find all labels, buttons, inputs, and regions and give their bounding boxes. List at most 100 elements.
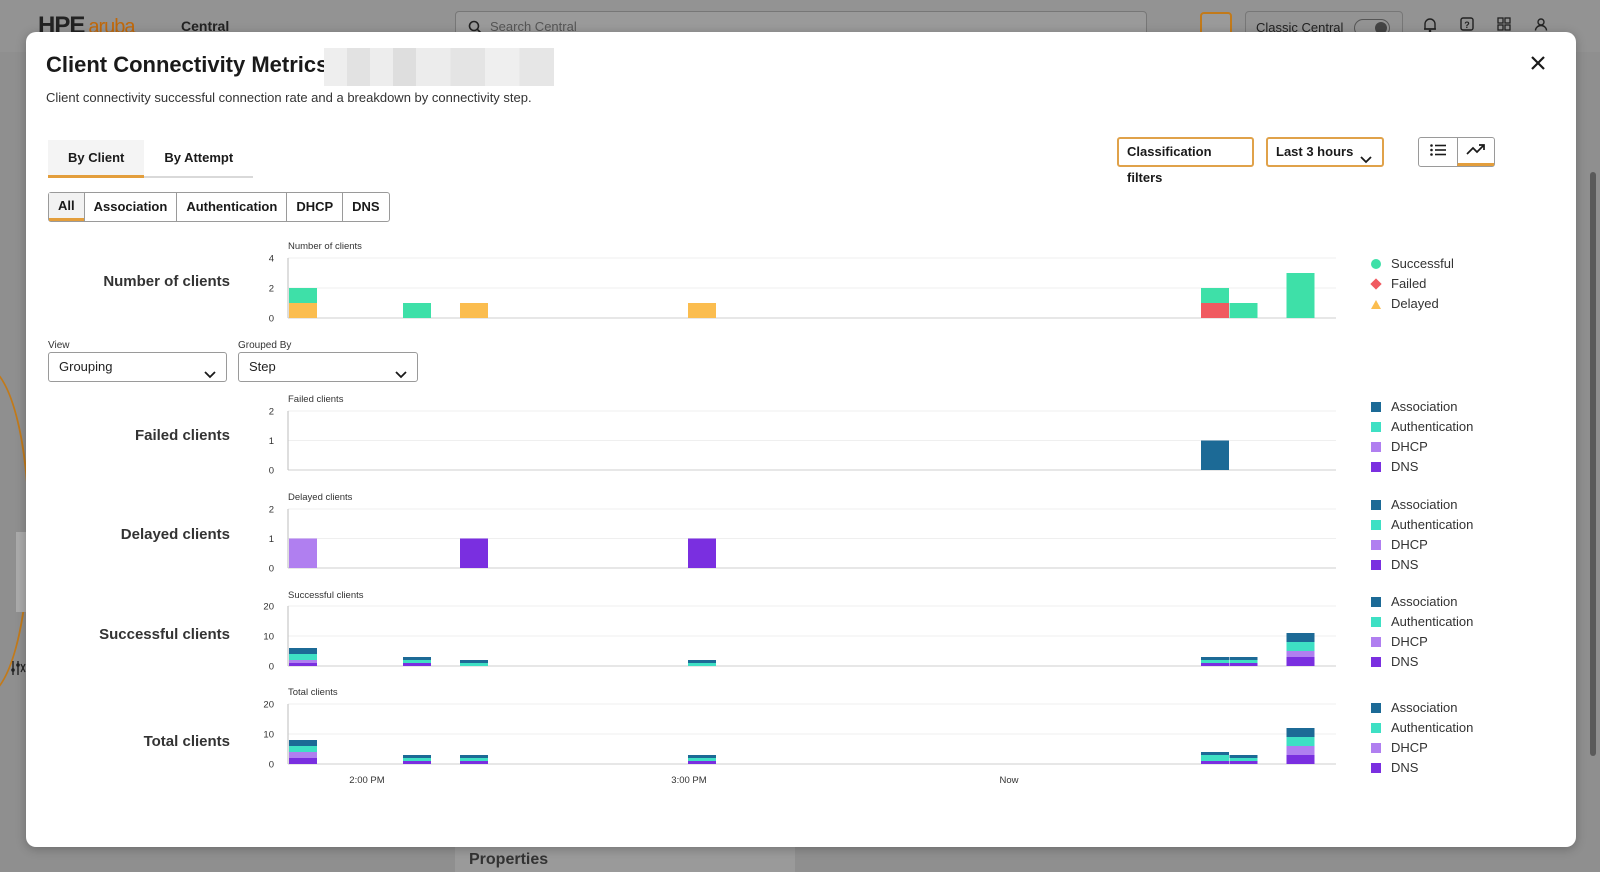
y-tick-label: 0 [269, 466, 274, 477]
legend-label: DHCP [1391, 537, 1428, 552]
legend-label: DHCP [1391, 439, 1428, 454]
legend-item-failed[interactable]: Failed [1370, 274, 1454, 294]
client-connectivity-modal: Client Connectivity Metrics Client conne… [26, 32, 1576, 847]
legend-item-authentication[interactable]: Authentication [1371, 612, 1473, 632]
bar-segment-dns [403, 761, 431, 764]
legend-swatch [1370, 278, 1382, 290]
bar-segment-association [403, 657, 431, 660]
legend-item-dhcp[interactable]: DHCP [1371, 535, 1473, 555]
legend-label: Authentication [1391, 517, 1474, 532]
bar-segment-association [289, 740, 317, 746]
legend-label: DNS [1391, 654, 1419, 669]
bar-segment-dns [688, 538, 716, 568]
chart-title: Delayed clients [288, 492, 353, 503]
chart-title: Total clients [288, 687, 338, 698]
legend-item-dhcp[interactable]: DHCP [1371, 632, 1473, 652]
bar-segment-successful [1201, 288, 1229, 303]
chart-failed-clients: Failed clients 0 1 2 [269, 394, 1336, 477]
filter-icon[interactable] [10, 660, 26, 679]
legend-item-delayed[interactable]: Delayed [1371, 294, 1454, 314]
bar-segment-association [688, 660, 716, 663]
y-tick-label: 0 [269, 564, 274, 575]
legend-item-dns[interactable]: DNS [1371, 652, 1473, 672]
legend-item-successful[interactable]: Successful [1371, 254, 1454, 274]
legend-item-authentication[interactable]: Authentication [1371, 417, 1473, 437]
legend-swatch [1371, 703, 1381, 713]
chart-title: Number of clients [288, 241, 362, 252]
legend-item-authentication[interactable]: Authentication [1371, 515, 1473, 535]
legend-item-authentication[interactable]: Authentication [1371, 718, 1473, 738]
legend-item-dns[interactable]: DNS [1371, 555, 1473, 575]
legend-swatch [1371, 422, 1381, 432]
bar-segment-dns [1229, 761, 1258, 764]
bar-segment-dns [1286, 755, 1315, 764]
y-tick-label: 0 [269, 760, 274, 771]
bar-segment-dhcp [1286, 746, 1315, 755]
legend-item-association[interactable]: Association [1371, 698, 1473, 718]
bar-segment-authentication [403, 660, 431, 663]
legend-item-dhcp[interactable]: DHCP [1371, 738, 1473, 758]
bar-segment-association [1229, 657, 1258, 660]
legend-label: Authentication [1391, 614, 1474, 629]
legend-swatch [1371, 299, 1381, 309]
legend-label: Delayed [1391, 296, 1439, 311]
legend-swatch [1371, 520, 1381, 530]
legend-swatch [1371, 637, 1381, 647]
legend-label: DHCP [1391, 740, 1428, 755]
legend-item-association[interactable]: Association [1371, 495, 1473, 515]
legend-item-association[interactable]: Association [1371, 397, 1473, 417]
legend-label: DHCP [1391, 634, 1428, 649]
bar-segment-dns [1201, 663, 1229, 666]
legend-swatch [1371, 617, 1381, 627]
bar-segment-delayed [289, 303, 317, 318]
legend-label: DNS [1391, 557, 1419, 572]
legend-label: DNS [1391, 459, 1419, 474]
legend-swatch [1371, 259, 1381, 269]
bar-segment-dns [460, 761, 488, 764]
legend-swatch [1371, 723, 1381, 733]
bar-segment-dns [460, 538, 488, 568]
y-tick-label: 10 [263, 632, 274, 643]
bar-segment-failed [1201, 303, 1229, 318]
bar-segment-association [403, 755, 431, 758]
bar-segment-dns [1229, 663, 1258, 666]
bar-segment-authentication [289, 746, 317, 752]
x-tick-label: 3:00 PM [671, 775, 706, 786]
bar-segment-association [1286, 728, 1315, 737]
legend-item-dns[interactable]: DNS [1371, 758, 1473, 778]
y-tick-label: 2 [269, 505, 274, 516]
bar-segment-association [460, 755, 488, 758]
chart-delayed-clients: Delayed clients 0 1 2 [269, 492, 1336, 575]
bar-segment-authentication [460, 758, 488, 761]
bar-segment-successful [403, 303, 431, 318]
properties-panel: Properties [455, 846, 795, 872]
bar-segment-association [1201, 752, 1229, 755]
legend-label: Successful [1391, 256, 1454, 271]
legend-swatch [1371, 560, 1381, 570]
bar-segment-association [289, 648, 317, 654]
y-tick-label: 10 [263, 730, 274, 741]
bar-segment-authentication [1201, 660, 1229, 663]
y-tick-label: 1 [269, 436, 274, 447]
bar-segment-delayed [688, 303, 716, 318]
legend-swatch [1371, 442, 1381, 452]
legend-label: Authentication [1391, 419, 1474, 434]
x-tick-label: 2:00 PM [349, 775, 384, 786]
page-scrollbar[interactable] [1590, 172, 1596, 756]
bar-segment-authentication [289, 654, 317, 660]
bar-segment-delayed [460, 303, 488, 318]
legend-item-association[interactable]: Association [1371, 592, 1473, 612]
bar-segment-association [1286, 633, 1315, 642]
legend-item-dns[interactable]: DNS [1371, 457, 1473, 477]
svg-text:?: ? [1464, 20, 1470, 30]
legend-swatch [1371, 540, 1381, 550]
legend-item-dhcp[interactable]: DHCP [1371, 437, 1473, 457]
legend-successful-clients: Association Authentication DHCP DNS [1371, 592, 1473, 672]
legend-label: Association [1391, 700, 1458, 715]
bar-segment-authentication [1286, 737, 1315, 746]
bar-segment-successful [289, 288, 317, 303]
y-tick-label: 2 [269, 284, 274, 295]
chart-total-clients: Total clients 0 10 20 [263, 687, 1336, 771]
legend-swatch [1371, 402, 1381, 412]
bar-segment-association [1201, 657, 1229, 660]
